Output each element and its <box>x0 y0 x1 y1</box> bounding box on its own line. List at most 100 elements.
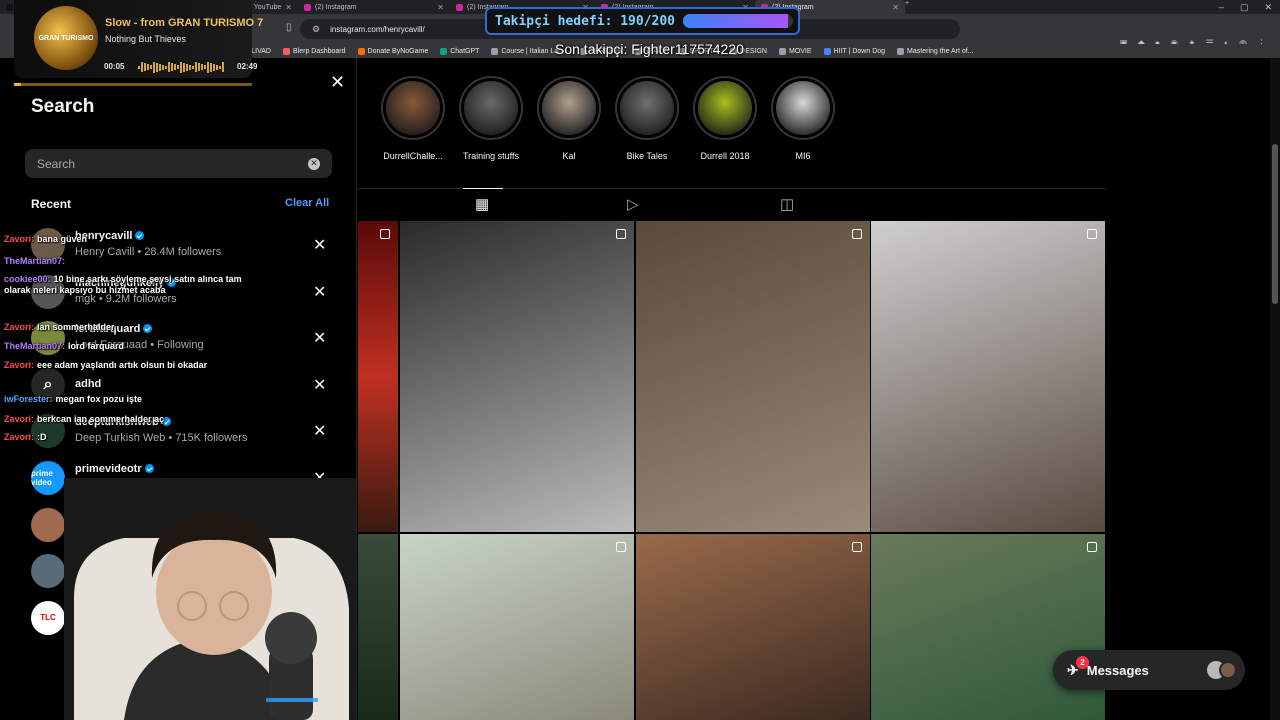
tab-favicon-icon <box>6 3 13 11</box>
waveform-bar <box>210 62 212 72</box>
last-follower-text: Son takipçi: Fighter117574220 <box>555 41 744 57</box>
highlight-label: DurrellChalle... <box>383 151 443 161</box>
waveform-bar <box>153 61 155 73</box>
bookmark-item[interactable]: MOVIE <box>778 47 812 55</box>
story-highlight[interactable]: Kal <box>536 76 602 161</box>
maximize-icon[interactable]: ▢ <box>1240 2 1249 13</box>
story-highlight[interactable]: Bike Tales <box>614 76 680 161</box>
reels-icon[interactable]: ▷ <box>627 195 639 213</box>
messages-badge: 2 <box>1076 656 1089 669</box>
verified-badge-icon <box>144 464 154 473</box>
close-tab-icon[interactable]: ✕ <box>892 3 899 12</box>
waveform-bar <box>186 63 188 71</box>
story-highlight[interactable]: MI6 <box>770 76 836 161</box>
follower-goal-widget: Takipçi hedefi: 190/200 <box>485 7 800 35</box>
tagged-icon[interactable]: ◫ <box>780 195 794 213</box>
chat-text: ian sommerhalder <box>37 322 115 332</box>
remove-recent-icon[interactable]: ✕ <box>313 375 326 395</box>
search-input[interactable]: Search ✕ <box>25 149 332 178</box>
waveform-bar <box>198 63 200 71</box>
chat-text: :D <box>37 432 47 442</box>
waveform-bar <box>156 62 158 72</box>
chat-username: Zavori: <box>4 414 35 424</box>
recent-username: adhd <box>75 378 101 390</box>
recent-username: primevideotr <box>75 463 154 475</box>
chat-username: TheMartian07: <box>4 341 66 351</box>
remove-recent-icon[interactable]: ✕ <box>313 421 326 441</box>
waveform <box>138 61 226 73</box>
highlight-label: Kal <box>562 151 576 161</box>
waveform-bar <box>174 64 176 70</box>
bookmark-item[interactable]: HIIT | Down Dog <box>823 47 886 55</box>
remove-recent-icon[interactable]: ✕ <box>313 282 326 302</box>
browser-tab[interactable]: (2) Instagram ✕ <box>298 0 450 14</box>
bookmark-label: Donate ByNoGame <box>367 47 429 55</box>
clear-search-icon[interactable]: ✕ <box>308 157 320 170</box>
remove-recent-icon[interactable]: ✕ <box>313 328 326 348</box>
close-icon[interactable]: ✕ <box>330 72 345 93</box>
scrollbar-thumb[interactable] <box>1272 144 1278 304</box>
story-highlight[interactable]: Durrell 2018 <box>692 76 758 161</box>
recent-subtitle: Henry Cavill • 28.4M followers <box>75 246 222 258</box>
chat-message: Zavori: eee adam yaşlandı artık olsun bi … <box>4 360 214 371</box>
story-highlight[interactable]: Training stuffs <box>458 76 524 161</box>
posts-grid-icon[interactable]: ▦ <box>462 188 504 213</box>
chat-username: Zavori: <box>4 234 35 244</box>
post-thumbnail[interactable] <box>871 534 1105 720</box>
post-thumbnail[interactable] <box>400 534 634 720</box>
highlight-cover <box>620 81 674 135</box>
close-tab-icon[interactable]: ✕ <box>285 3 292 12</box>
waveform-bar <box>159 63 161 71</box>
bookmark-item[interactable]: Blerp Dashboard <box>283 47 346 55</box>
recent-subtitle: Deep Turkish Web • 715K followers <box>75 432 248 445</box>
remove-recent-icon[interactable]: ✕ <box>313 235 326 255</box>
waveform-bar <box>165 65 167 69</box>
page-scrollbar[interactable] <box>1270 58 1280 720</box>
chat-message: Zavori::D <box>4 432 47 443</box>
chat-message: TheMartian07: lord farquard <box>4 341 124 352</box>
bookmark-item[interactable]: ChatGPT <box>440 47 479 55</box>
bookmark-icon <box>491 47 499 55</box>
post-thumbnail[interactable] <box>400 221 634 532</box>
tab-favicon-icon <box>304 3 311 11</box>
close-tab-icon[interactable]: ✕ <box>437 3 444 12</box>
carousel-icon <box>852 229 862 239</box>
bookmark-page-icon[interactable]: ▯ <box>286 22 292 33</box>
follower-goal-fill <box>683 14 788 28</box>
elapsed-time: 00:05 <box>104 62 125 71</box>
chat-text: megan fox pozu işte <box>55 394 143 404</box>
window-controls: – ▢ ✕ <box>1219 0 1272 14</box>
follower-goal-bar <box>683 14 794 28</box>
post-thumbnail[interactable] <box>636 221 870 532</box>
avatar: TLC <box>31 600 65 635</box>
messages-button[interactable]: ✈ 2 Messages <box>1053 650 1245 690</box>
site-info-icon[interactable]: ⚙ <box>312 24 320 35</box>
post-thumbnail[interactable] <box>636 534 870 720</box>
post-thumbnail[interactable] <box>358 221 398 532</box>
bookmark-label: DESIGN <box>740 47 767 55</box>
chat-username: TheMartian07: <box>4 256 66 266</box>
bookmark-item[interactable]: Mastering the Art of... <box>897 47 974 55</box>
waveform-bar <box>150 65 152 69</box>
bookmark-label: Mastering the Art of... <box>907 47 974 55</box>
carousel-icon <box>852 542 862 552</box>
post-thumbnail[interactable] <box>871 221 1105 532</box>
clear-all-button[interactable]: Clear All <box>285 197 329 209</box>
track-progress-bar <box>14 83 252 86</box>
post-thumbnail[interactable] <box>358 534 398 720</box>
close-window-icon[interactable]: ✕ <box>1264 2 1272 13</box>
minimize-icon[interactable]: – <box>1219 2 1224 12</box>
waveform-bar <box>147 64 149 70</box>
avatar <box>1219 661 1237 679</box>
waveform-bar <box>201 64 203 70</box>
recent-search-item[interactable]: henrycavill Henry Cavill • 28.4M follower… <box>31 226 331 266</box>
highlight-ring <box>615 76 679 140</box>
bookmark-label: HIIT | Down Dog <box>833 47 886 55</box>
bookmark-item[interactable]: Donate ByNoGame <box>357 47 429 55</box>
highlight-label: Bike Tales <box>626 151 668 161</box>
highlight-ring <box>381 76 445 140</box>
track-progress-fill <box>14 83 22 86</box>
chat-username: Zavori: <box>4 360 35 370</box>
new-tab-icon[interactable]: + <box>905 0 909 14</box>
story-highlight[interactable]: DurrellChalle... <box>380 76 446 161</box>
